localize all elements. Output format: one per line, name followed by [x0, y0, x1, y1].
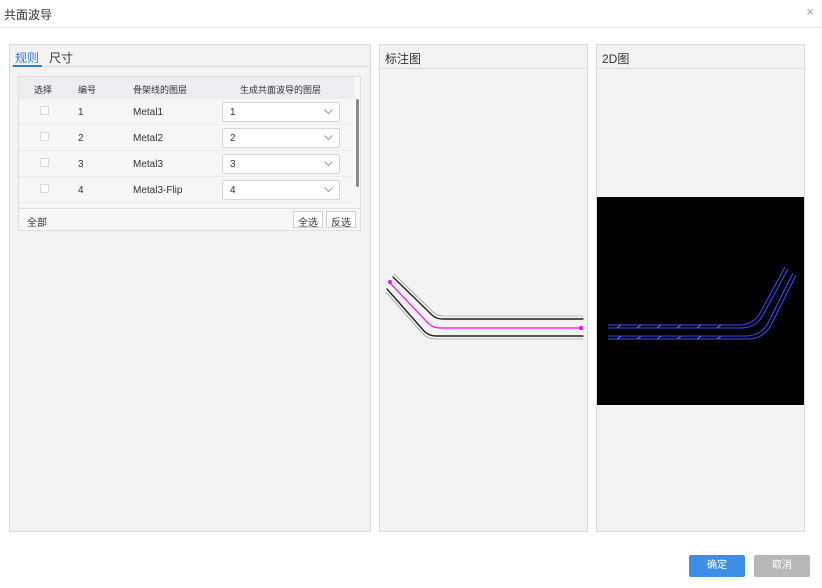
table-row: 4 Metal3-Flip 4	[19, 177, 354, 203]
header-number: 编号	[78, 85, 97, 95]
view-2d-panel: 2D图	[596, 44, 805, 532]
annotation-drawing	[385, 273, 584, 340]
active-tab-indicator	[13, 65, 42, 67]
row-number: 4	[78, 185, 84, 196]
view-2d-panel-title: 2D图	[602, 52, 630, 66]
row-checkbox[interactable]	[40, 106, 49, 115]
table-header: 选择 编号 骨架线的图层 生成共面波导的图层	[19, 77, 354, 99]
dialog-titlebar: 共面波导 ×	[0, 0, 822, 28]
table-row: 2 Metal2 2	[19, 125, 354, 151]
tab-size[interactable]: 尺寸	[49, 49, 73, 66]
select-all-button[interactable]: 全选	[293, 211, 323, 229]
row-layer: Metal1	[133, 107, 164, 118]
tab-bar: 规则 尺寸	[10, 45, 370, 67]
annotation-start-point	[388, 280, 392, 284]
close-icon[interactable]: ×	[806, 5, 814, 19]
chevron-down-icon	[324, 135, 333, 141]
view-2d-panel-header: 2D图	[597, 45, 804, 69]
row-checkbox[interactable]	[40, 132, 49, 141]
table-row: 1 Metal1 1	[19, 99, 354, 125]
row-checkbox[interactable]	[40, 184, 49, 193]
annotation-end-point	[579, 326, 583, 330]
target-layer-select[interactable]: 3	[222, 154, 340, 174]
layer-table: 选择 编号 骨架线的图层 生成共面波导的图层 1 Metal1 1 2 Meta…	[18, 76, 361, 231]
rules-panel: 规则 尺寸 选择 编号 骨架线的图层 生成共面波导的图层 1 Metal1 1 …	[9, 44, 371, 532]
row-number: 3	[78, 159, 84, 170]
select-value: 4	[230, 185, 236, 196]
row-layer: Metal2	[133, 133, 164, 144]
target-layer-select[interactable]: 1	[222, 102, 340, 122]
row-checkbox[interactable]	[40, 158, 49, 167]
header-skeleton-layer: 骨架线的图层	[133, 85, 188, 95]
row-number: 2	[78, 133, 84, 144]
row-number: 1	[78, 107, 84, 118]
header-target-layer: 生成共面波导的图层	[240, 85, 322, 95]
table-row: 3 Metal3 3	[19, 151, 354, 177]
chevron-down-icon	[324, 187, 333, 193]
ok-button[interactable]: 确定	[689, 555, 745, 577]
chevron-down-icon	[324, 161, 333, 167]
table-footer: 全部 全选 反选	[19, 208, 360, 230]
row-layer: Metal3	[133, 159, 164, 170]
dialog-title: 共面波导	[4, 8, 53, 22]
select-value: 1	[230, 107, 236, 118]
row-layer: Metal3-Flip	[133, 185, 183, 196]
target-layer-select[interactable]: 2	[222, 128, 340, 148]
annotation-panel-title: 标注图	[385, 52, 422, 66]
header-select: 选择	[34, 85, 53, 95]
target-layer-select[interactable]: 4	[222, 180, 340, 200]
all-label: 全部	[27, 218, 47, 229]
select-value: 3	[230, 159, 236, 170]
view-2d-canvas	[597, 197, 804, 405]
scrollbar-thumb[interactable]	[356, 99, 359, 187]
tab-rules[interactable]: 规则	[15, 49, 39, 66]
annotation-panel: 标注图	[379, 44, 588, 532]
select-value: 2	[230, 133, 236, 144]
table-scrollbar[interactable]	[355, 99, 361, 207]
cancel-button[interactable]: 取消	[754, 555, 810, 577]
invert-selection-button[interactable]: 反选	[326, 211, 356, 229]
annotation-panel-header: 标注图	[380, 45, 587, 69]
chevron-down-icon	[324, 109, 333, 115]
